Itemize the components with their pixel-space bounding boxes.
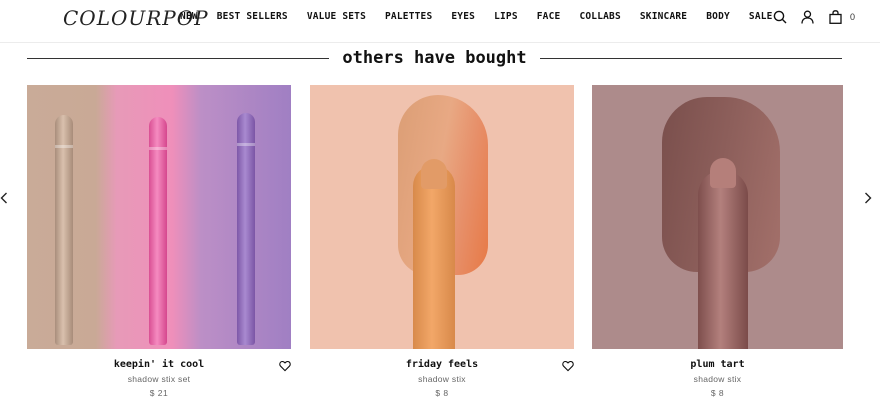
product-price: $ 8 bbox=[710, 388, 725, 398]
nav-item-skincare[interactable]: SKINCARE bbox=[640, 11, 687, 22]
nav-item-collabs[interactable]: COLLABS bbox=[579, 11, 620, 22]
product-name[interactable]: keepin' it cool bbox=[27, 359, 291, 370]
product-price: $ 21 bbox=[149, 388, 169, 398]
heading-rule-right bbox=[539, 57, 843, 59]
nav-item-palettes[interactable]: PALETTES bbox=[385, 11, 432, 22]
product-subtitle: shadow stix bbox=[693, 374, 742, 384]
product-card[interactable]: friday feels shadow stix $ 8 bbox=[310, 85, 574, 400]
nav-item-new[interactable]: NEW bbox=[180, 11, 198, 22]
product-subtitle: shadow stix set bbox=[127, 374, 191, 384]
nav-item-body[interactable]: BODY bbox=[706, 11, 730, 22]
site-header: COLOURPOP NEW BEST SELLERS VALUE SETS PA… bbox=[0, 0, 880, 43]
product-card[interactable]: keepin' it cool shadow stix set $ 21 bbox=[27, 85, 291, 400]
product-name[interactable]: friday feels bbox=[310, 359, 574, 370]
cart-count[interactable]: 0 bbox=[850, 12, 855, 22]
account-icon[interactable] bbox=[800, 9, 816, 25]
nav-item-value-sets[interactable]: VALUE SETS bbox=[307, 11, 366, 22]
nav-item-lips[interactable]: LIPS bbox=[494, 11, 518, 22]
chevron-right-icon bbox=[864, 191, 872, 209]
product-name[interactable]: plum tart bbox=[592, 359, 843, 370]
shadow-stick bbox=[413, 159, 455, 349]
chevron-left-icon bbox=[0, 191, 8, 209]
bag-icon[interactable] bbox=[828, 9, 844, 25]
product-info: friday feels shadow stix $ 8 bbox=[310, 349, 574, 400]
product-info: plum tart shadow stix $ 8 bbox=[592, 349, 843, 400]
product-info: keepin' it cool shadow stix set $ 21 bbox=[27, 349, 291, 400]
heart-icon[interactable] bbox=[279, 359, 291, 372]
shadow-stick bbox=[149, 117, 167, 345]
product-image[interactable] bbox=[27, 85, 291, 349]
carousel-next-button[interactable] bbox=[861, 192, 875, 208]
nav-item-sale[interactable]: SALE bbox=[749, 11, 773, 22]
nav-item-face[interactable]: FACE bbox=[537, 11, 561, 22]
product-card[interactable]: plum tart shadow stix $ 8 bbox=[592, 85, 843, 400]
header-actions: 0 bbox=[772, 9, 855, 25]
shadow-stick bbox=[237, 113, 255, 345]
nav-item-eyes[interactable]: EYES bbox=[451, 11, 475, 22]
product-subtitle: shadow stix bbox=[418, 374, 466, 384]
search-icon[interactable] bbox=[772, 9, 788, 25]
product-price: $ 8 bbox=[435, 388, 449, 398]
heart-icon[interactable] bbox=[562, 359, 574, 372]
carousel-prev-button[interactable] bbox=[0, 192, 11, 208]
nav-item-best-sellers[interactable]: BEST SELLERS bbox=[217, 11, 288, 22]
shadow-stick bbox=[55, 115, 73, 345]
main-nav: NEW BEST SELLERS VALUE SETS PALETTES EYE… bbox=[180, 11, 792, 22]
heading-rule-left bbox=[27, 57, 330, 59]
product-image[interactable] bbox=[592, 85, 843, 349]
shadow-stick bbox=[698, 158, 748, 349]
section-title: others have bought bbox=[342, 48, 527, 68]
section-heading: others have bought bbox=[27, 46, 843, 70]
product-image[interactable] bbox=[310, 85, 574, 349]
